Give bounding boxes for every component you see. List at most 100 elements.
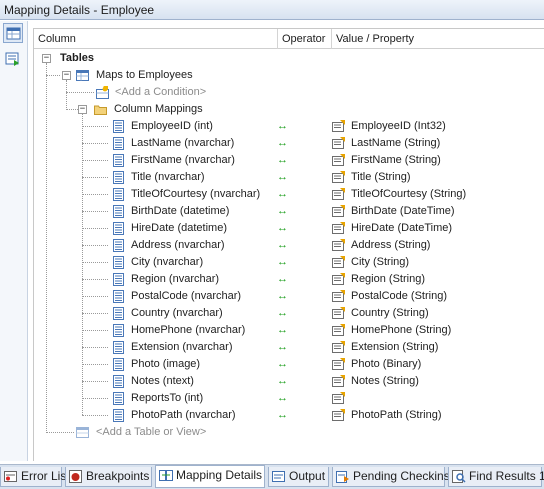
tree-guide <box>66 109 78 110</box>
property-name[interactable]: BirthDate (DateTime) <box>351 203 455 220</box>
column-icon <box>113 239 124 252</box>
column-mappings-collapse-icon[interactable] <box>78 105 87 114</box>
operator-header[interactable]: Operator <box>278 29 332 49</box>
property-name[interactable]: Extension (String) <box>351 339 438 356</box>
column-name: Address (nvarchar) <box>131 239 225 251</box>
property-icon <box>332 375 345 387</box>
column-name: Title (nvarchar) <box>131 171 205 183</box>
tree-guide <box>46 63 47 433</box>
maps-to-arrow-icon: ↔ <box>277 324 288 336</box>
column-name: TitleOfCourtesy (nvarchar) <box>131 188 261 200</box>
add-condition-row[interactable]: <Add a Condition> <box>34 84 544 101</box>
maps-to-arrow-icon: ↔ <box>277 256 288 268</box>
mapping-row[interactable]: FirstName (nvarchar) ↔ FirstName (String) <box>34 152 544 169</box>
property-name[interactable]: FirstName (String) <box>351 152 441 169</box>
property-icon <box>332 341 345 353</box>
property-name[interactable]: PostalCode (String) <box>351 288 447 305</box>
map-to-function-button[interactable] <box>3 49 23 69</box>
mapping-row[interactable]: Region (nvarchar) ↔ Region (String) <box>34 271 544 288</box>
mapping-toolbar <box>0 21 28 461</box>
property-icon <box>332 409 345 421</box>
mapping-row[interactable]: PhotoPath (nvarchar) ↔ PhotoPath (String) <box>34 407 544 424</box>
tables-label: Tables <box>60 52 95 64</box>
folder-icon <box>94 105 107 115</box>
column-icon <box>113 392 124 405</box>
maps-to-arrow-icon: ↔ <box>277 205 288 217</box>
tab-find-results-1[interactable]: Find Results 1 <box>448 467 544 487</box>
add-table-label: <Add a Table or View> <box>96 426 207 438</box>
tab-label: Output <box>289 469 326 483</box>
tree-guide <box>82 160 108 161</box>
mapping-row[interactable]: Title (nvarchar) ↔ Title (String) <box>34 169 544 186</box>
mapping-row[interactable]: Notes (ntext) ↔ Notes (String) <box>34 373 544 390</box>
mapping-row[interactable]: HireDate (datetime) ↔ HireDate (DateTime) <box>34 220 544 237</box>
column-icon <box>113 120 124 133</box>
property-icon <box>332 205 345 217</box>
maps-to-arrow-icon: ↔ <box>277 222 288 234</box>
tab-breakpoints[interactable]: Breakpoints <box>65 467 152 487</box>
tree-guide <box>82 211 108 212</box>
property-name[interactable]: PhotoPath (String) <box>351 407 442 424</box>
add-table-row[interactable]: <Add a Table or View> <box>34 424 544 441</box>
tree-guide <box>82 398 108 399</box>
column-mappings-row[interactable]: Column Mappings <box>34 101 544 118</box>
column-header[interactable]: Column <box>34 29 278 49</box>
property-name[interactable]: EmployeeID (Int32) <box>351 118 446 135</box>
maps-to-collapse-icon[interactable] <box>62 71 71 80</box>
property-name[interactable]: HomePhone (String) <box>351 322 451 339</box>
tab-output[interactable]: Output <box>268 467 329 487</box>
property-name[interactable]: City (String) <box>351 254 409 271</box>
tab-pending-checkins[interactable]: Pending Checkins <box>332 467 450 487</box>
property-name[interactable]: Photo (Binary) <box>351 356 421 373</box>
property-name[interactable]: Notes (String) <box>351 373 419 390</box>
column-name: LastName (nvarchar) <box>131 137 235 149</box>
value-property-header[interactable]: Value / Property <box>332 29 544 49</box>
mapping-row[interactable]: LastName (nvarchar) ↔ LastName (String) <box>34 135 544 152</box>
property-name[interactable]: Title (String) <box>351 169 411 186</box>
column-name: FirstName (nvarchar) <box>131 154 235 166</box>
output-icon <box>272 471 285 482</box>
mapping-row[interactable]: HomePhone (nvarchar) ↔ HomePhone (String) <box>34 322 544 339</box>
property-name[interactable]: LastName (String) <box>351 135 440 152</box>
tree-guide <box>82 194 108 195</box>
maps-to-row[interactable]: Maps to Employees <box>34 67 544 84</box>
maps-to-arrow-icon: ↔ <box>277 154 288 166</box>
mapping-row[interactable]: City (nvarchar) ↔ City (String) <box>34 254 544 271</box>
property-name[interactable]: Region (String) <box>351 271 425 288</box>
column-icon <box>113 375 124 388</box>
column-icon <box>113 205 124 218</box>
tree-guide <box>82 415 108 416</box>
maps-to-arrow-icon: ↔ <box>277 341 288 353</box>
mapping-row[interactable]: BirthDate (datetime) ↔ BirthDate (DateTime… <box>34 203 544 220</box>
property-icon <box>332 358 345 370</box>
column-icon <box>113 409 124 422</box>
mapping-row[interactable]: Photo (image) ↔ Photo (Binary) <box>34 356 544 373</box>
mapping-row[interactable]: EmployeeID (int) ↔ EmployeeID (Int32) <box>34 118 544 135</box>
mapping-row[interactable]: Country (nvarchar) ↔ Country (String) <box>34 305 544 322</box>
tree-guide <box>82 143 108 144</box>
mapping-row[interactable]: ReportsTo (int) ↔ <box>34 390 544 407</box>
tab-mapping-details[interactable]: Mapping Details <box>155 465 265 488</box>
map-entity-to-table-button[interactable] <box>3 23 23 43</box>
property-icon <box>332 120 345 132</box>
property-name[interactable]: HireDate (DateTime) <box>351 220 452 237</box>
mapping-row[interactable]: Address (nvarchar) ↔ Address (String) <box>34 237 544 254</box>
property-name[interactable]: Country (String) <box>351 305 429 322</box>
property-name[interactable]: Address (String) <box>351 237 430 254</box>
column-icon <box>113 307 124 320</box>
tree-guide <box>82 381 108 382</box>
tables-collapse-icon[interactable] <box>42 54 51 63</box>
tab-error-list[interactable]: Error List <box>0 467 70 487</box>
column-name: PhotoPath (nvarchar) <box>131 409 236 421</box>
tables-row[interactable]: Tables <box>34 50 544 67</box>
mapping-row[interactable]: Extension (nvarchar) ↔ Extension (String) <box>34 339 544 356</box>
property-icon <box>332 222 345 234</box>
mapping-details-icon <box>159 470 173 481</box>
mapping-grid: Column Operator Value / Property Tables … <box>33 28 544 461</box>
tree-guide <box>82 347 108 348</box>
column-name: PostalCode (nvarchar) <box>131 290 242 302</box>
tree-guide <box>82 228 108 229</box>
mapping-row[interactable]: PostalCode (nvarchar) ↔ PostalCode (String… <box>34 288 544 305</box>
property-name[interactable]: TitleOfCourtesy (String) <box>351 186 466 203</box>
mapping-row[interactable]: TitleOfCourtesy (nvarchar) ↔ TitleOfCourte… <box>34 186 544 203</box>
